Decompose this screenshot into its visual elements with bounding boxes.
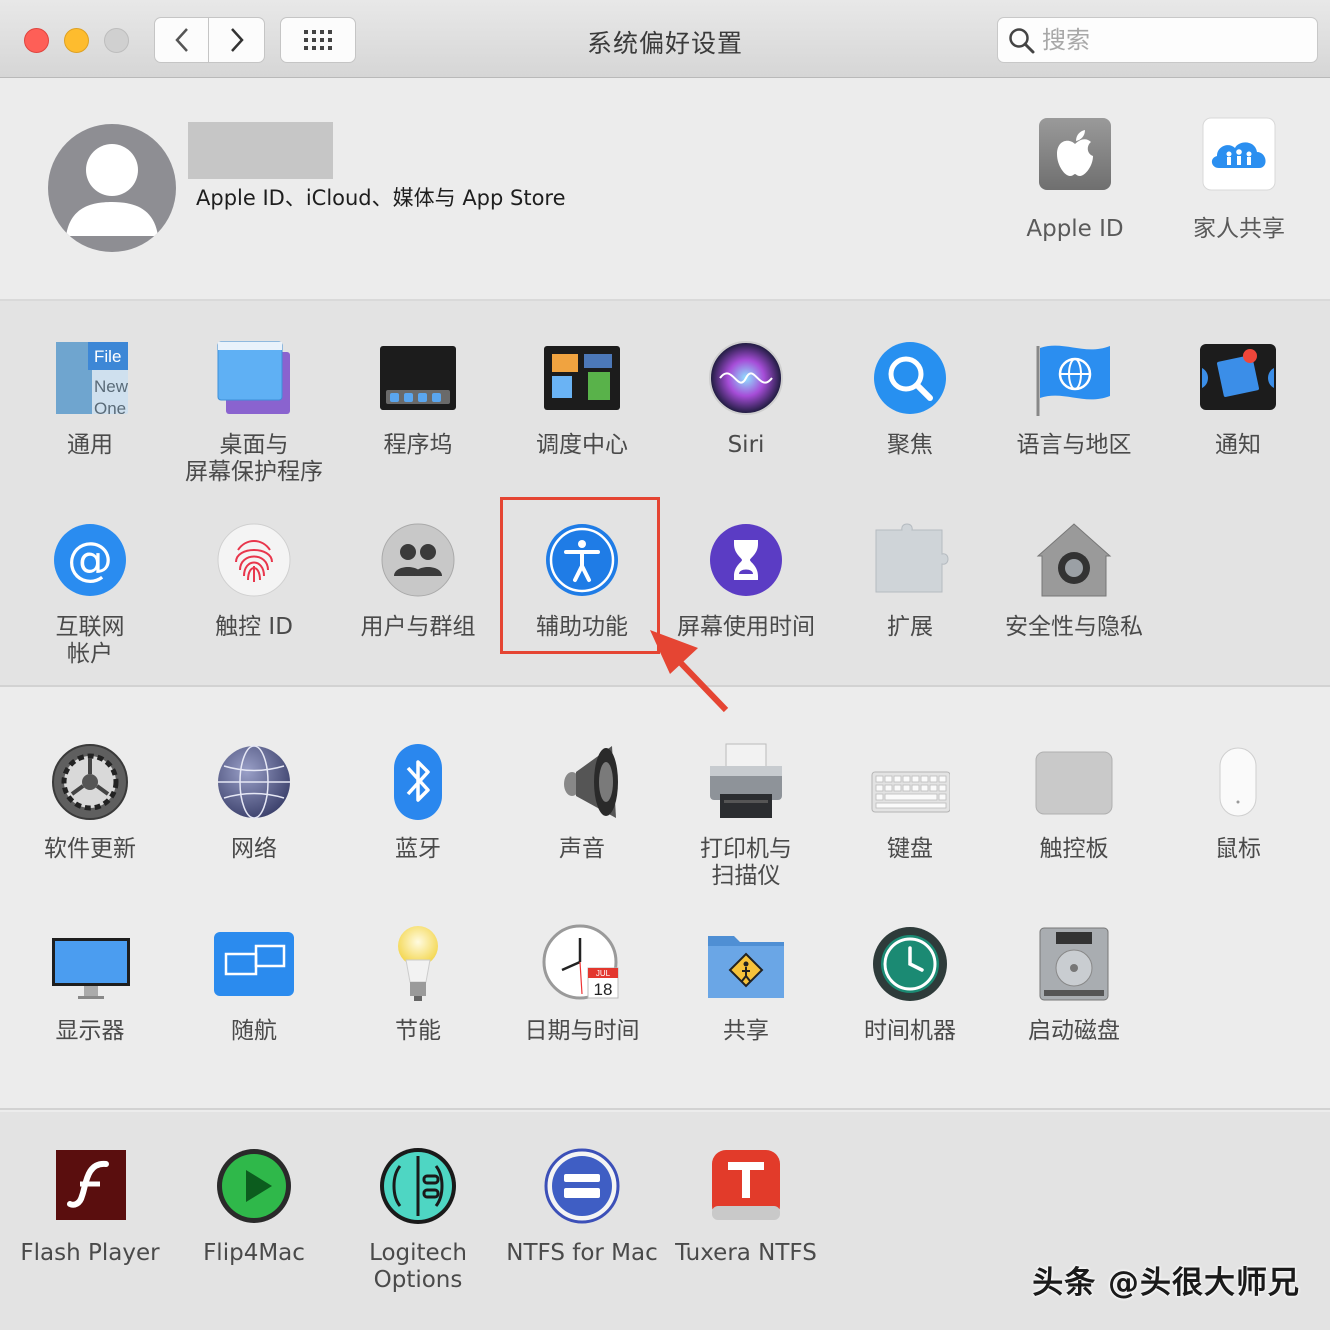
pref-bluetooth[interactable]: 蓝牙	[336, 742, 500, 863]
dock-icon	[378, 338, 458, 418]
pref-ntfs-for-mac[interactable]: NTFS for Mac	[500, 1146, 664, 1267]
software-update-icon	[50, 742, 130, 822]
energy-saver-icon	[378, 924, 458, 1004]
pref-keyboard[interactable]: 键盘	[828, 742, 992, 863]
pref-dock[interactable]: 程序坞	[336, 338, 500, 459]
svg-text:@: @	[67, 532, 113, 586]
pref-energy-saver[interactable]: 节能	[336, 924, 500, 1045]
pref-apple-id[interactable]: Apple ID	[993, 116, 1157, 243]
extensions-icon	[870, 520, 950, 600]
mouse-icon	[1198, 742, 1278, 822]
pref-time-machine[interactable]: 时间机器	[828, 924, 992, 1045]
users-groups-icon	[378, 520, 458, 600]
pref-flash-player[interactable]: Flash Player	[8, 1146, 172, 1267]
pref-desktop-screensaver[interactable]: 桌面与 屏幕保护程序	[172, 338, 336, 486]
annotation-arrow-icon	[650, 630, 729, 713]
user-name-redacted	[188, 122, 333, 179]
date-time-icon: JUL 18	[542, 924, 622, 1004]
pref-displays[interactable]: 显示器	[8, 924, 172, 1045]
screen-time-icon	[706, 520, 786, 600]
display-icon	[50, 924, 130, 1004]
siri-icon	[706, 338, 786, 418]
flip4mac-icon	[214, 1146, 294, 1226]
pref-date-time[interactable]: JUL 18 日期与时间	[500, 924, 664, 1045]
pref-network[interactable]: 网络	[172, 742, 336, 863]
title-bar: 系统偏好设置	[0, 0, 1330, 78]
apple-logo-icon	[1035, 116, 1115, 196]
tuxera-ntfs-icon	[706, 1146, 786, 1226]
general-icon: File New One	[50, 338, 130, 418]
pref-sound[interactable]: 声音	[500, 742, 664, 863]
startup-disk-icon	[1034, 924, 1114, 1004]
svg-text:New: New	[94, 377, 129, 396]
security-privacy-icon	[1034, 520, 1114, 600]
user-silhouette-icon	[66, 144, 158, 236]
pref-tuxera-ntfs[interactable]: Tuxera NTFS	[664, 1146, 828, 1267]
pref-general[interactable]: File New One 通用	[8, 338, 172, 459]
pref-spotlight[interactable]: 聚焦	[828, 338, 992, 459]
pref-sharing[interactable]: 共享	[664, 924, 828, 1045]
svg-text:18: 18	[594, 980, 613, 999]
pref-extensions[interactable]: 扩展	[828, 520, 992, 641]
pref-sidecar[interactable]: 随航	[172, 924, 336, 1045]
user-avatar[interactable]	[48, 124, 176, 252]
sound-icon	[542, 742, 622, 822]
pref-trackpad[interactable]: 触控板	[992, 742, 1156, 863]
bluetooth-icon	[378, 742, 458, 822]
pref-startup-disk[interactable]: 启动磁盘	[992, 924, 1156, 1045]
sharing-icon	[706, 924, 786, 1004]
search-field[interactable]	[997, 17, 1318, 63]
pref-language-region[interactable]: 语言与地区	[992, 338, 1156, 459]
pref-mission-control[interactable]: 调度中心	[500, 338, 664, 459]
family-sharing-icon	[1199, 116, 1279, 196]
pref-logitech-options[interactable]: Logitech Options	[336, 1146, 500, 1294]
network-icon	[214, 742, 294, 822]
svg-text:JUL: JUL	[596, 969, 611, 978]
pref-mouse[interactable]: 鼠标	[1156, 742, 1320, 863]
ntfs-for-mac-icon	[542, 1146, 622, 1226]
touch-id-icon	[214, 520, 294, 600]
time-machine-icon	[870, 924, 950, 1004]
pref-internet-accounts[interactable]: @ 互联网 帐户	[8, 520, 172, 668]
svg-text:File: File	[94, 347, 121, 366]
keyboard-icon	[870, 742, 951, 822]
search-input[interactable]	[1042, 22, 1307, 58]
pref-touch-id[interactable]: 触控 ID	[172, 520, 336, 641]
pref-software-update[interactable]: 软件更新	[8, 742, 172, 863]
pref-users-groups[interactable]: 用户与群组	[336, 520, 500, 641]
watermark: 头条 @头很大师兄	[1032, 1265, 1300, 1301]
trackpad-icon	[1034, 742, 1114, 822]
internet-accounts-icon: @	[50, 520, 130, 600]
svg-text:One: One	[94, 399, 126, 418]
flash-player-icon	[50, 1146, 130, 1226]
accessibility-icon	[542, 520, 622, 600]
pref-security-privacy[interactable]: 安全性与隐私	[992, 520, 1156, 641]
desktop-screensaver-icon	[214, 338, 294, 418]
pref-family-sharing[interactable]: 家人共享	[1157, 116, 1321, 243]
logitech-options-icon	[378, 1146, 458, 1226]
pref-printers-scanners[interactable]: 打印机与 扫描仪	[664, 742, 828, 890]
notifications-icon	[1198, 338, 1278, 418]
apple-id-subtitle[interactable]: Apple ID、iCloud、媒体与 App Store	[196, 182, 566, 212]
apple-id-section: Apple ID、iCloud、媒体与 App Store Apple ID 家…	[0, 79, 1330, 301]
spotlight-icon	[870, 338, 950, 418]
pref-notifications[interactable]: 通知	[1156, 338, 1320, 459]
search-icon	[1009, 28, 1035, 54]
pref-siri[interactable]: Siri	[664, 338, 828, 459]
sidecar-icon	[214, 924, 294, 1004]
pref-flip4mac[interactable]: Flip4Mac	[172, 1146, 336, 1267]
mission-control-icon	[542, 338, 622, 418]
printer-icon	[706, 742, 786, 822]
language-region-icon	[1034, 338, 1114, 418]
